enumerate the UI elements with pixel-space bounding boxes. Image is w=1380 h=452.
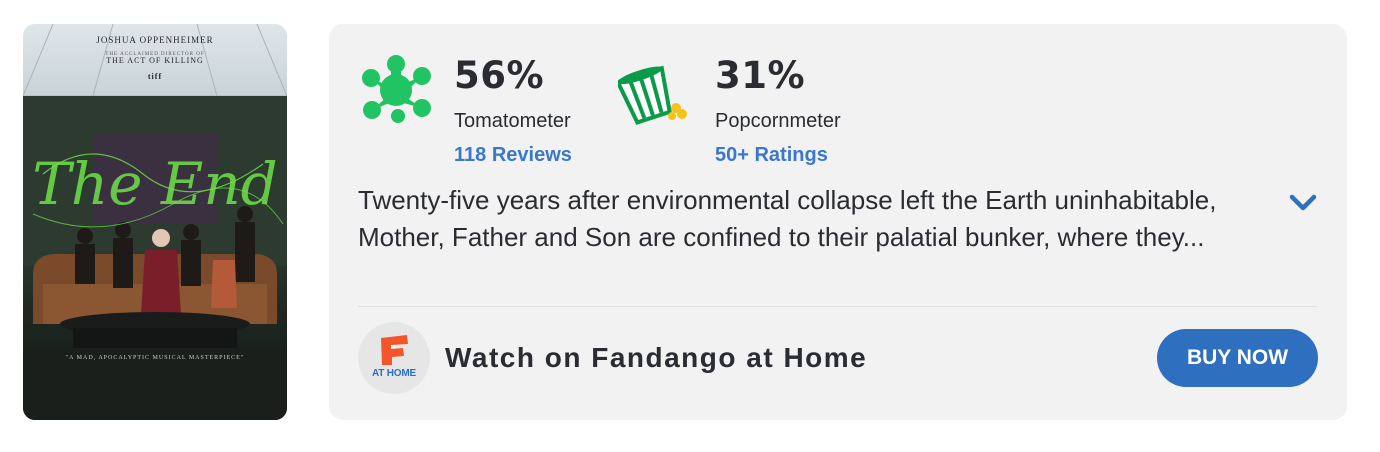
poster-festival-logo: tiff	[147, 72, 163, 81]
popcornmeter-label: Popcornmeter	[715, 110, 841, 132]
tomatometer-label: Tomatometer	[454, 110, 571, 132]
score-card: 56% Tomatometer 118 Reviews 31% Popcornm…	[329, 24, 1347, 420]
popcornmeter-score: 31%	[715, 54, 806, 97]
splat-icon	[362, 55, 431, 123]
tomatometer-score: 56%	[454, 54, 545, 97]
poster-quote: "A MAD, APOCALYPTIC MUSICAL MASTERPIECE"	[65, 355, 245, 361]
reviews-link[interactable]: 118 Reviews	[454, 144, 572, 167]
ratings-link[interactable]: 50+ Ratings	[715, 144, 828, 167]
chevron-down-icon[interactable]	[1287, 188, 1319, 216]
divider	[358, 306, 1317, 307]
poster-director: JOSHUA OPPENHEIMER	[96, 35, 214, 45]
watch-title: Watch on Fandango at Home	[445, 342, 868, 373]
fandango-f-icon	[381, 335, 408, 365]
movie-poster[interactable]: The End JOSHUA OPPENHEIMER THE ACCLAIMED…	[23, 24, 287, 420]
fandango-logo-text: AT HOME	[372, 368, 416, 379]
buy-now-button[interactable]: BUY NOW	[1157, 329, 1318, 387]
svg-text:The End: The End	[32, 150, 278, 218]
synopsis-text: Twenty-five years after environmental co…	[358, 185, 1217, 252]
poster-previous-work: THE ACT OF KILLING	[106, 56, 204, 65]
spilled-popcorn-icon	[618, 65, 687, 125]
fandango-at-home-logo[interactable]: AT HOME	[358, 322, 430, 394]
